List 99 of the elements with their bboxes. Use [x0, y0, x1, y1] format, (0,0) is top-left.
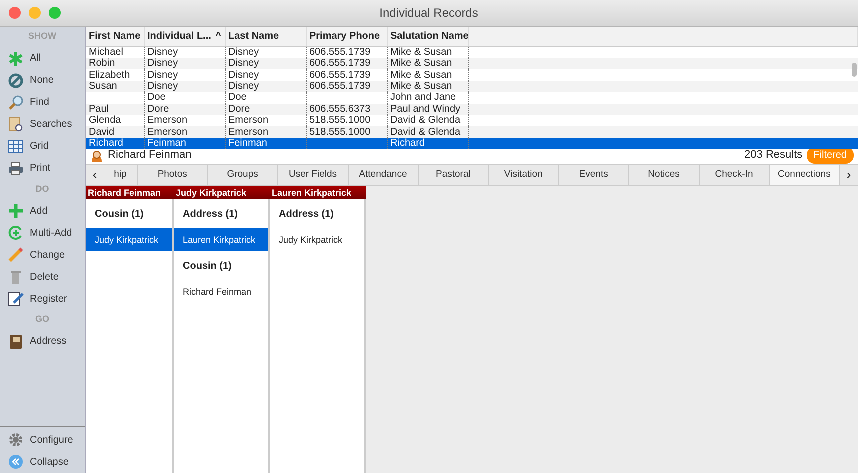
address-book-icon — [8, 334, 24, 350]
section-heading: SHOW — [28, 30, 56, 43]
table-cell: Emerson — [148, 115, 188, 126]
column-header[interactable]: Primary Phone — [306, 27, 387, 46]
group-title: Address (1) — [182, 208, 240, 222]
table-cell: Dore — [148, 104, 170, 115]
group-title: Cousin (1) — [182, 260, 233, 274]
prohibited-icon — [8, 72, 24, 88]
sidebar-item[interactable]: All — [0, 48, 85, 70]
sort-indicator: ^ — [216, 30, 222, 44]
trash-icon — [8, 269, 24, 285]
column-title: Lauren Kirkpatrick — [271, 188, 353, 198]
table-cell: Disney — [148, 70, 178, 81]
section-heading: GO — [35, 313, 50, 326]
table-cell: Disney — [228, 58, 260, 70]
table-cell: Emerson — [148, 126, 188, 138]
gear-icon — [8, 432, 24, 448]
table-cell: 606.555.1739 — [310, 58, 371, 70]
group-title: Cousin (1) — [94, 208, 145, 222]
grid-icon — [8, 138, 24, 154]
table-cell: Richard — [89, 138, 124, 149]
table-cell: 606.555.6373 — [310, 104, 371, 115]
column-header[interactable]: Salutation Name — [387, 27, 468, 46]
table-cell: Feinman — [148, 138, 186, 149]
table-cell: Mike & Susan — [390, 70, 452, 81]
close-button[interactable] — [9, 7, 21, 19]
table-cell: Michael — [89, 47, 124, 58]
table-cell: 518.555.1000 — [310, 115, 371, 126]
table-cell: Disney — [228, 47, 260, 58]
sidebar-item[interactable]: Register — [0, 288, 85, 310]
document-search-icon — [8, 116, 24, 132]
plus-icon — [8, 203, 24, 219]
table-cell: Disney — [228, 80, 260, 92]
tab[interactable]: Connections — [770, 165, 840, 185]
sidebar-item[interactable]: Find — [0, 92, 85, 114]
table-cell: Doe — [228, 92, 247, 104]
column-header[interactable]: Last Name — [225, 27, 306, 46]
sidebar-item[interactable]: Delete — [0, 266, 85, 288]
table-cell: Disney — [228, 70, 260, 81]
connection-item[interactable]: Judy Kirkpatrick — [86, 228, 172, 251]
edit-form-icon — [8, 291, 24, 307]
table-cell: Disney — [148, 47, 178, 58]
table-cell: David & Glenda — [390, 126, 461, 138]
table-cell: David & Glenda — [390, 115, 461, 126]
sidebar-item[interactable]: None — [0, 70, 85, 92]
column-title: Richard Feinman — [87, 188, 162, 198]
table-cell: Doe — [148, 92, 166, 104]
sidebar-item[interactable]: Configure — [0, 429, 85, 451]
table-cell: John and Jane — [390, 92, 456, 104]
table-cell: Feinman — [228, 138, 268, 149]
person-icon — [90, 150, 104, 162]
scrollbar-thumb[interactable] — [852, 63, 857, 77]
table-cell: Emerson — [228, 115, 269, 126]
sidebar-item[interactable]: Collapse — [0, 451, 85, 473]
table-cell: 606.555.1739 — [310, 47, 371, 58]
table-cell: Disney — [148, 58, 178, 70]
printer-icon — [8, 160, 24, 176]
table-cell: Elizabeth — [89, 70, 130, 81]
column-title: Judy Kirkpatrick — [175, 188, 248, 198]
table-cell: Susan — [89, 80, 118, 92]
window-title: Individual Records — [380, 6, 478, 20]
minimize-button[interactable] — [29, 7, 41, 19]
table-cell: Glenda — [89, 115, 122, 126]
connection-item[interactable]: Richard Feinman — [174, 280, 268, 303]
sidebar-item[interactable]: Multi-Add — [0, 222, 85, 244]
table-cell: Mike & Susan — [390, 58, 452, 70]
sidebar-item[interactable]: Add — [0, 200, 85, 222]
connection-item[interactable]: Lauren Kirkpatrick — [174, 228, 268, 251]
table-cell: 606.555.1739 — [310, 80, 371, 92]
connection-item[interactable]: Judy Kirkpatrick — [270, 228, 364, 251]
table-cell: Paul — [89, 104, 110, 115]
table-cell: Mike & Susan — [390, 80, 452, 92]
asterisk-icon — [8, 50, 24, 66]
table-cell: Richard — [390, 138, 425, 149]
table-cell: Emerson — [228, 126, 269, 138]
sidebar-item[interactable]: Searches — [0, 114, 85, 136]
section-heading: DO — [36, 182, 50, 196]
sidebar-item[interactable]: Print — [0, 158, 85, 180]
table-cell: Paul and Windy — [390, 104, 461, 115]
sidebar-item[interactable]: Address — [0, 330, 85, 352]
table-cell: 518.555.1000 — [310, 126, 371, 138]
group-title: Address (1) — [278, 208, 336, 222]
zoom-button[interactable] — [49, 7, 61, 19]
table-cell: David — [89, 126, 115, 138]
sidebar-item[interactable]: Change — [0, 244, 85, 266]
record-name: Richard Feinman — [108, 148, 192, 164]
table-cell: Dore — [228, 104, 250, 115]
results-count: 203 Results — [744, 148, 803, 164]
pencil-icon — [8, 247, 24, 263]
table-cell: Disney — [148, 80, 178, 92]
table-cell: Mike & Susan — [390, 47, 452, 58]
table-cell: 606.555.1739 — [310, 70, 371, 81]
column-header[interactable]: Individual L... ^ — [144, 27, 225, 46]
column-header[interactable]: First Name — [86, 27, 144, 46]
sidebar-item[interactable]: Grid — [0, 136, 85, 158]
collapse-icon — [8, 454, 24, 470]
table-cell: Robin — [89, 58, 116, 70]
circle-plus-icon — [8, 225, 24, 241]
search-icon — [8, 94, 24, 110]
